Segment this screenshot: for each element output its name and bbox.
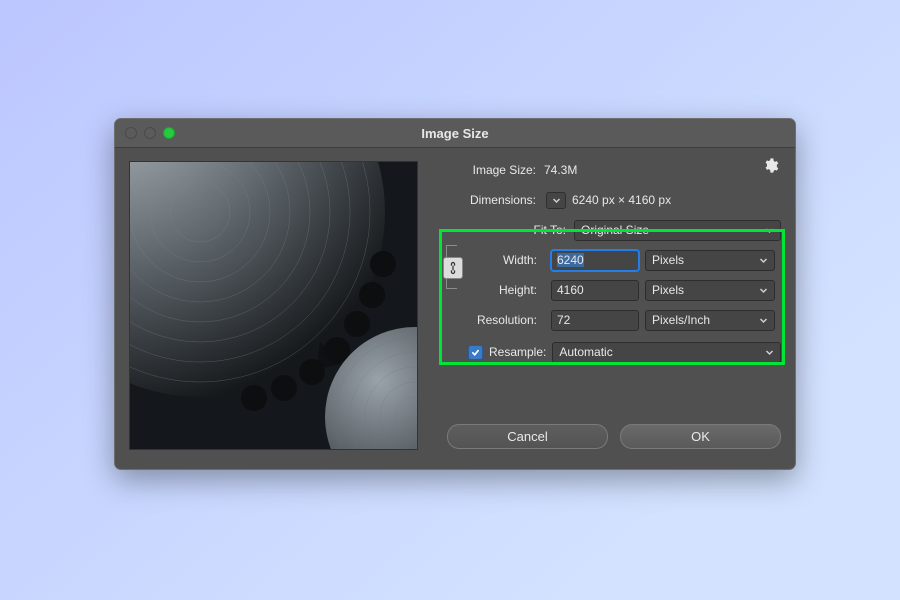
image-size-dialog: Image Size (114, 118, 796, 470)
height-unit-select[interactable]: Pixels (645, 280, 775, 301)
resolution-input[interactable]: 72 (551, 310, 639, 331)
dimensions-label: Dimensions: (441, 193, 544, 207)
image-size-value: 74.3M (544, 163, 577, 177)
link-icon (448, 261, 458, 275)
resolution-unit-select[interactable]: Pixels/Inch (645, 310, 775, 331)
resample-label: Resample: (489, 345, 552, 359)
width-unit-value: Pixels (652, 253, 684, 267)
chevron-down-icon (759, 256, 768, 265)
resolution-unit-value: Pixels/Inch (652, 313, 710, 327)
chevron-down-icon (552, 196, 561, 205)
check-icon (471, 348, 480, 357)
height-value: 4160 (557, 283, 584, 297)
image-size-label: Image Size: (441, 163, 544, 177)
resample-select[interactable]: Automatic (552, 342, 781, 363)
chevron-down-icon (765, 348, 774, 357)
dimensions-value: 6240 px × 4160 px (572, 193, 671, 207)
constrain-proportions (443, 235, 469, 299)
titlebar: Image Size (115, 119, 795, 148)
width-label: Width: (477, 253, 545, 267)
fit-to-value: Original Size (581, 223, 649, 237)
width-value: 6240 (557, 253, 584, 267)
dialog-buttons: Cancel OK (447, 424, 781, 449)
resample-value: Automatic (559, 345, 612, 359)
resample-checkbox[interactable] (468, 345, 483, 360)
cancel-button[interactable]: Cancel (447, 424, 608, 449)
height-label: Height: (477, 283, 545, 297)
fit-to-select[interactable]: Original Size (574, 220, 781, 241)
image-preview (129, 161, 418, 450)
dialog-title: Image Size (115, 126, 795, 141)
width-unit-select[interactable]: Pixels (645, 250, 775, 271)
height-unit-value: Pixels (652, 283, 684, 297)
constrain-proportions-toggle[interactable] (443, 257, 463, 279)
chevron-down-icon (759, 316, 768, 325)
dimensions-disclosure[interactable] (546, 192, 566, 209)
resolution-value: 72 (557, 313, 570, 327)
resolution-label: Resolution: (457, 313, 545, 327)
chevron-down-icon (765, 226, 774, 235)
chevron-down-icon (759, 286, 768, 295)
width-input[interactable]: 6240 (551, 250, 639, 271)
ok-button[interactable]: OK (620, 424, 781, 449)
height-input[interactable]: 4160 (551, 280, 639, 301)
